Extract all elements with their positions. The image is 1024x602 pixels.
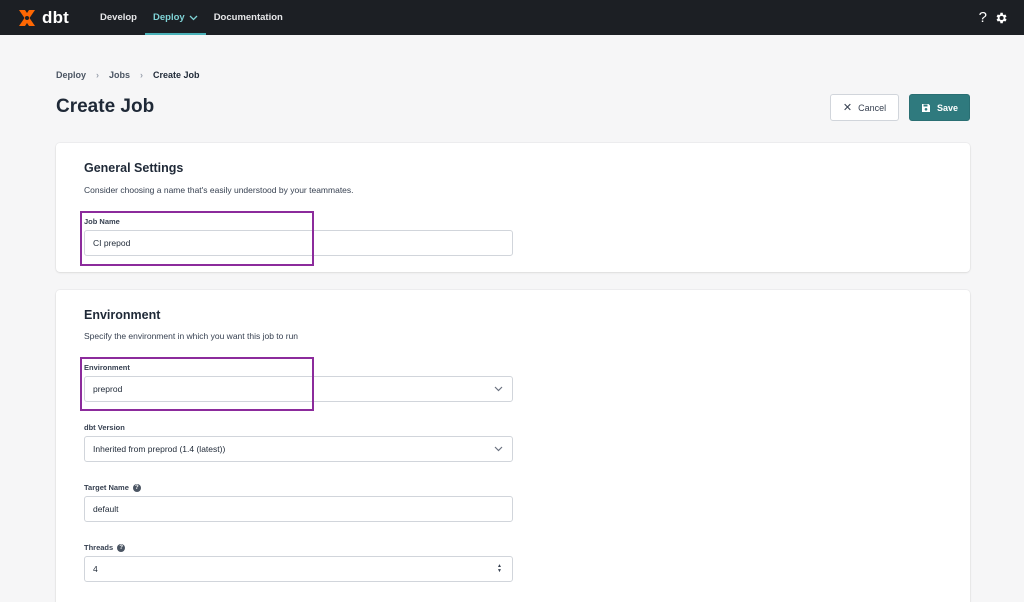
help-circle-icon[interactable]: ? (117, 543, 126, 552)
breadcrumb-separator: › (96, 70, 100, 80)
save-icon (921, 103, 930, 112)
nav-develop[interactable]: Develop (92, 0, 145, 35)
breadcrumb: Deploy › Jobs › Create Job (56, 70, 200, 80)
dbt-version-select[interactable]: Inherited from preprod (1.4 (latest)) (84, 436, 513, 462)
dbt-version-label: dbt Version (84, 423, 125, 432)
dbt-version-label-text: dbt Version (84, 423, 125, 432)
page-title: Create Job (56, 96, 155, 117)
environment-label: Environment (84, 363, 130, 372)
environment-label-text: Environment (84, 363, 130, 372)
threads-value: 4 (93, 564, 98, 574)
general-settings-description: Consider choosing a name that's easily u… (84, 185, 354, 195)
nav-documentation[interactable]: Documentation (206, 0, 291, 35)
nav-right-tools: ? (979, 9, 1008, 26)
nav-develop-label: Develop (100, 12, 137, 23)
target-name-value: default (93, 504, 119, 514)
top-navigation-bar: dbt Develop Deploy Documentation ? (0, 0, 1024, 35)
close-icon: ✕ (842, 102, 853, 114)
environment-description: Specify the environment in which you wan… (84, 331, 299, 341)
cancel-label: Cancel (858, 102, 887, 113)
stepper-down-icon[interactable]: ▼ (497, 569, 502, 574)
job-name-label: Job Name (84, 217, 120, 226)
general-settings-title: General Settings (84, 161, 184, 175)
save-label: Save (936, 102, 959, 113)
brand-name: dbt (42, 7, 70, 27)
breadcrumb-jobs[interactable]: Jobs (109, 70, 130, 80)
job-name-value: CI prepod (93, 238, 131, 248)
dbt-logo-icon (19, 9, 35, 26)
nav-deploy-label: Deploy (153, 12, 185, 23)
environment-select[interactable]: preprod (84, 376, 513, 402)
job-name-input[interactable]: CI prepod (84, 230, 513, 256)
breadcrumb-create-job: Create Job (153, 70, 200, 80)
target-name-label-text: Target Name (84, 483, 129, 492)
dbt-logo[interactable]: dbt (17, 8, 69, 28)
environment-value: preprod (93, 384, 123, 394)
question-mark-icon[interactable]: ? (979, 9, 987, 26)
breadcrumb-separator: › (140, 70, 144, 80)
nav-documentation-label: Documentation (213, 12, 283, 23)
threads-label-text: Threads (84, 543, 114, 552)
nav-deploy[interactable]: Deploy (145, 0, 206, 35)
cancel-button[interactable]: ✕ Cancel (830, 94, 899, 121)
chevron-down-icon (494, 446, 503, 452)
environment-title: Environment (84, 308, 161, 322)
help-circle-icon[interactable]: ? (132, 483, 141, 492)
chevron-down-icon (494, 386, 503, 392)
dbt-version-value: Inherited from preprod (1.4 (latest)) (93, 444, 226, 454)
target-name-label: Target Name ? (84, 483, 141, 492)
general-settings-card: General Settings Consider choosing a nam… (56, 143, 970, 272)
environment-card: Environment Specify the environment in w… (56, 290, 970, 602)
target-name-input[interactable]: default (84, 496, 513, 522)
breadcrumb-deploy[interactable]: Deploy (56, 70, 86, 80)
threads-input[interactable]: 4 ▲ ▼ (84, 556, 513, 582)
save-button[interactable]: Save (909, 94, 970, 121)
nav-links: Develop Deploy Documentation (92, 0, 291, 35)
gear-icon[interactable] (994, 11, 1008, 25)
number-stepper[interactable]: ▲ ▼ (497, 564, 502, 574)
chevron-down-icon (189, 15, 198, 20)
job-name-label-text: Job Name (84, 217, 120, 226)
threads-label: Threads ? (84, 543, 126, 552)
